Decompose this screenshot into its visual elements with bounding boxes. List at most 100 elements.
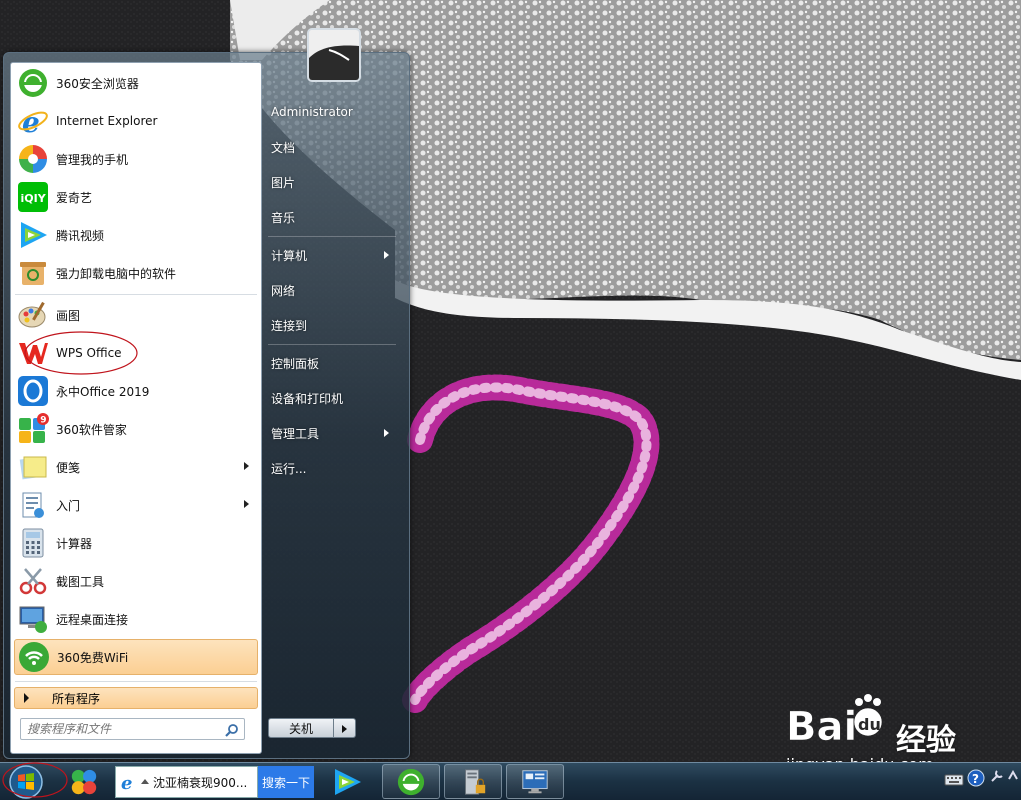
right-item-connect-to[interactable]: 连接到 bbox=[265, 310, 395, 340]
program-item-snipping-tool[interactable]: 截图工具 bbox=[14, 563, 258, 599]
program-item-360-wifi[interactable]: 360免费WiFi bbox=[14, 639, 258, 675]
program-item-calculator[interactable]: 计算器 bbox=[14, 525, 258, 561]
program-item-sticky-notes[interactable]: 便笺 bbox=[14, 449, 258, 485]
program-label: 画图 bbox=[56, 308, 81, 323]
sticky-notes-icon bbox=[19, 456, 47, 480]
right-item-pictures[interactable]: 图片 bbox=[265, 167, 395, 197]
svg-text:Bai: Bai bbox=[786, 704, 857, 750]
program-item-tencent-video[interactable]: 腾讯视频 bbox=[14, 217, 258, 253]
program-item-remote-desktop[interactable]: 远程桌面连接 bbox=[14, 601, 258, 637]
internet-explorer-icon: e bbox=[18, 106, 48, 137]
right-item-documents[interactable]: 文档 bbox=[265, 132, 395, 162]
help-icon[interactable]: ? bbox=[967, 769, 985, 787]
program-label: 截图工具 bbox=[56, 574, 105, 589]
divider bbox=[268, 236, 396, 237]
program-label: 便笺 bbox=[56, 460, 81, 475]
remote-desktop-icon bbox=[19, 606, 47, 633]
getting-started-icon bbox=[22, 492, 44, 518]
program-label: 腾讯视频 bbox=[56, 228, 105, 243]
user-avatar[interactable] bbox=[307, 28, 361, 82]
svg-text:iQIY: iQIY bbox=[21, 192, 47, 205]
program-label: 计算器 bbox=[56, 536, 93, 551]
keyboard-icon[interactable] bbox=[944, 771, 964, 787]
uninstaller-icon bbox=[20, 262, 46, 285]
tencent-video-taskbar-icon[interactable] bbox=[330, 766, 364, 798]
program-label: Internet Explorer bbox=[56, 114, 158, 128]
taskbar-search-button[interactable]: 搜索一下 bbox=[258, 766, 314, 798]
divider bbox=[268, 344, 396, 345]
baidu-logo: Bai du bbox=[786, 694, 883, 750]
expand-arrow-icon bbox=[24, 693, 29, 703]
right-item-devices-printers[interactable]: 设备和打印机 bbox=[265, 383, 395, 413]
right-item-user[interactable]: Administrator bbox=[265, 97, 395, 127]
shutdown-options-button[interactable] bbox=[334, 718, 356, 738]
program-item-iqiyi[interactable]: iQIY 爱奇艺 bbox=[14, 179, 258, 215]
taskbar-search-text: 沈亚楠衰现900... bbox=[153, 775, 248, 790]
right-item-label: 图片 bbox=[271, 175, 296, 190]
360-browser-icon bbox=[19, 69, 47, 97]
yozo-office-icon bbox=[18, 376, 48, 406]
right-item-run[interactable]: 运行... bbox=[265, 453, 395, 483]
right-item-control-panel[interactable]: 控制面板 bbox=[265, 348, 395, 378]
shutdown-label: 关机 bbox=[288, 721, 313, 736]
all-programs-label: 所有程序 bbox=[52, 691, 101, 706]
360-software-manager-icon: 9 bbox=[19, 413, 49, 443]
search-input[interactable] bbox=[25, 721, 221, 737]
program-label: 入门 bbox=[56, 498, 81, 513]
360-wifi-icon bbox=[19, 642, 49, 672]
program-label: 永中Office 2019 bbox=[56, 384, 150, 399]
svg-text:e: e bbox=[22, 106, 40, 137]
right-item-label: 管理工具 bbox=[271, 426, 320, 441]
program-item-getting-started[interactable]: 入门 bbox=[14, 487, 258, 523]
taskbar-search-widget[interactable]: e 沈亚楠衰现900... bbox=[115, 766, 258, 798]
taskbar-button-control-panel[interactable] bbox=[506, 764, 564, 799]
annotation-circle bbox=[24, 331, 138, 375]
program-label: 爱奇艺 bbox=[56, 190, 93, 205]
right-item-admin-tools[interactable]: 管理工具 bbox=[265, 418, 395, 448]
tray-overflow-icon[interactable] bbox=[1007, 769, 1019, 783]
svg-text:?: ? bbox=[972, 772, 979, 786]
all-programs-button[interactable]: 所有程序 bbox=[14, 687, 258, 709]
program-label: 远程桌面连接 bbox=[56, 612, 129, 627]
paint-icon bbox=[18, 301, 46, 328]
iqiyi-icon: iQIY bbox=[18, 182, 48, 212]
control-panel-icon bbox=[522, 770, 548, 794]
right-item-label: Administrator bbox=[271, 105, 353, 119]
program-label: 360安全浏览器 bbox=[56, 76, 139, 91]
svg-text:e: e bbox=[121, 773, 132, 792]
submenu-arrow-icon bbox=[244, 500, 249, 508]
snipping-tool-icon bbox=[19, 568, 47, 595]
phone-manager-icon bbox=[19, 145, 47, 173]
program-label: 强力卸载电脑中的软件 bbox=[56, 266, 177, 281]
taskbar-button-server-manager[interactable] bbox=[444, 764, 502, 799]
right-item-network[interactable]: 网络 bbox=[265, 275, 395, 305]
360-software-manager-taskbar-icon[interactable] bbox=[68, 767, 100, 797]
taskbar-button-360-browser[interactable] bbox=[382, 764, 440, 799]
right-item-label: 连接到 bbox=[271, 318, 308, 333]
program-item-360-software-manager[interactable]: 9 360软件管家 bbox=[14, 411, 258, 447]
program-item-yozo-office[interactable]: 永中Office 2019 bbox=[14, 373, 258, 409]
program-item-uninstaller[interactable]: 强力卸载电脑中的软件 bbox=[14, 255, 258, 291]
shutdown-button[interactable]: 关机 bbox=[268, 718, 334, 738]
divider bbox=[15, 294, 257, 295]
tencent-video-icon bbox=[21, 222, 47, 248]
program-item-paint[interactable]: 画图 bbox=[14, 297, 258, 333]
right-item-label: 音乐 bbox=[271, 210, 296, 225]
program-item-360-browser[interactable]: 360安全浏览器 bbox=[14, 65, 258, 101]
server-lock-icon bbox=[465, 769, 486, 795]
watermark-brand-text: 经验 bbox=[896, 723, 956, 758]
right-item-music[interactable]: 音乐 bbox=[265, 202, 395, 232]
notification-badge: 9 bbox=[40, 416, 46, 426]
program-item-phone-manager[interactable]: 管理我的手机 bbox=[14, 141, 258, 177]
start-search-box[interactable] bbox=[20, 718, 245, 740]
search-icon[interactable] bbox=[225, 723, 239, 737]
submenu-arrow-icon bbox=[384, 429, 389, 437]
right-item-label: 控制面板 bbox=[271, 356, 320, 371]
settings-tool-icon[interactable] bbox=[990, 769, 1004, 783]
program-item-internet-explorer[interactable]: e Internet Explorer bbox=[14, 103, 258, 139]
program-label: 360免费WiFi bbox=[57, 650, 129, 665]
chevron-right-icon bbox=[342, 725, 347, 733]
program-label: 管理我的手机 bbox=[56, 152, 129, 167]
submenu-arrow-icon bbox=[244, 462, 249, 470]
right-item-computer[interactable]: 计算机 bbox=[265, 240, 395, 270]
